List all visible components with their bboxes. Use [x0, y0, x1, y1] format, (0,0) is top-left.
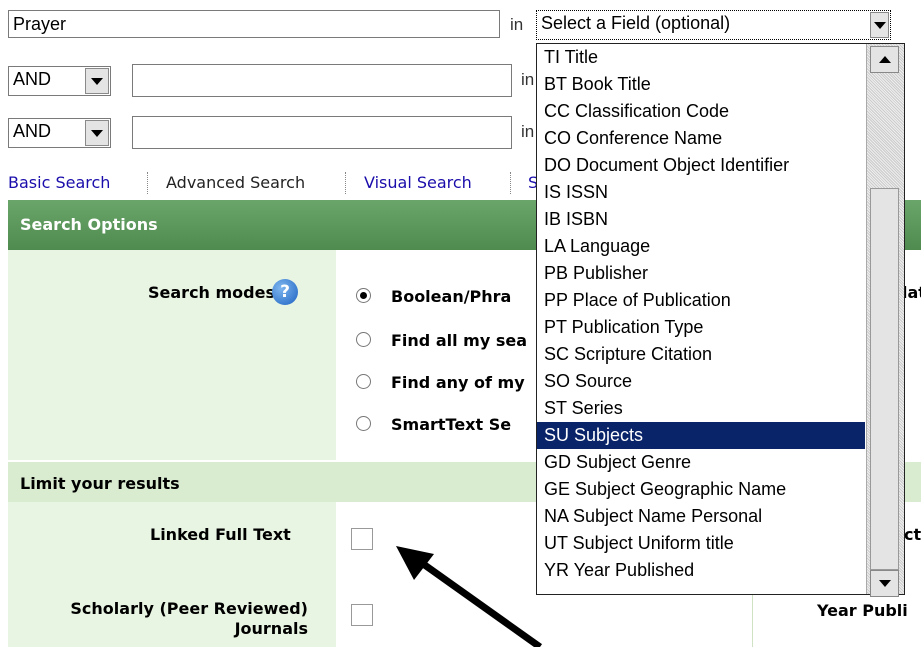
- mode-radio-boolean[interactable]: [356, 288, 371, 303]
- field-dropdown-list[interactable]: TI Title BT Book Title CC Classification C…: [536, 43, 905, 597]
- dropdown-option[interactable]: LA Language: [537, 233, 865, 260]
- scrollbar-thumb[interactable]: [870, 188, 899, 570]
- search-options-title: Search Options: [20, 215, 158, 234]
- mode-radio-all[interactable]: [356, 332, 371, 347]
- search-input-3[interactable]: [132, 116, 512, 149]
- dropdown-option[interactable]: GE Subject Geographic Name: [537, 476, 865, 503]
- dropdown-option[interactable]: PP Place of Publication: [537, 287, 865, 314]
- year-published-label: Year Publi: [817, 601, 908, 620]
- search-modes-label: Search modes: [148, 283, 275, 302]
- dropdown-option[interactable]: YR Year Published: [537, 557, 865, 584]
- linked-full-text-checkbox[interactable]: [351, 528, 373, 550]
- advanced-search-link[interactable]: Advanced Search: [166, 173, 305, 192]
- help-icon[interactable]: ?: [272, 279, 298, 305]
- dropdown-option[interactable]: SC Scripture Citation: [537, 341, 865, 368]
- visual-search-link[interactable]: Visual Search: [364, 173, 472, 192]
- operator-select-3-value: AND: [13, 121, 52, 141]
- mode-radio-smarttext[interactable]: [356, 416, 371, 431]
- mode-label-smarttext: SmartText Se: [391, 415, 512, 434]
- dropdown-option[interactable]: ST Series: [537, 395, 865, 422]
- field-select-1-value: Select a Field (optional): [541, 13, 731, 33]
- limit-results-title: Limit your results: [20, 474, 180, 493]
- dropdown-option[interactable]: SO Source: [537, 368, 865, 395]
- chevron-down-icon[interactable]: [85, 68, 109, 94]
- in-label-3: in: [521, 122, 535, 141]
- dropdown-option[interactable]: CC Classification Code: [537, 98, 865, 125]
- mode-label-any: Find any of my: [391, 373, 525, 392]
- dropdown-option[interactable]: IB ISBN: [537, 206, 865, 233]
- linked-full-text-label: Linked Full Text: [150, 525, 291, 544]
- chevron-down-icon[interactable]: [85, 120, 109, 146]
- dropdown-option[interactable]: CO Conference Name: [537, 125, 865, 152]
- search-input-2[interactable]: [132, 64, 512, 97]
- chevron-down-icon[interactable]: [870, 12, 889, 38]
- right-limit-partial-label: ct: [904, 525, 921, 544]
- mode-label-all: Find all my sea: [391, 331, 528, 350]
- dropdown-option[interactable]: PT Publication Type: [537, 314, 865, 341]
- scroll-up-icon[interactable]: [870, 46, 899, 73]
- dropdown-scrollbar[interactable]: [866, 44, 904, 597]
- operator-select-2[interactable]: AND: [8, 66, 111, 96]
- operator-select-3[interactable]: AND: [8, 118, 111, 148]
- nav-separator: [345, 172, 347, 194]
- field-select-1[interactable]: Select a Field (optional): [536, 10, 891, 40]
- dropdown-option[interactable]: DO Document Object Identifier: [537, 152, 865, 179]
- search-input-1[interactable]: Prayer: [8, 10, 500, 38]
- dropdown-option[interactable]: GD Subject Genre: [537, 449, 865, 476]
- scholarly-label: Scholarly (Peer Reviewed) Journals: [70, 599, 308, 638]
- in-label-2: in: [521, 70, 535, 89]
- dropdown-option[interactable]: UT Subject Uniform title: [537, 530, 865, 557]
- dropdown-option[interactable]: BT Book Title: [537, 71, 865, 98]
- in-label-1: in: [510, 15, 524, 34]
- scholarly-checkbox[interactable]: [351, 604, 373, 626]
- dropdown-option[interactable]: SU Subjects: [537, 422, 865, 449]
- nav-separator: [147, 172, 149, 194]
- scroll-down-icon[interactable]: [870, 570, 899, 597]
- search-input-1-value: Prayer: [13, 14, 67, 34]
- dropdown-option[interactable]: PB Publisher: [537, 260, 865, 287]
- operator-select-2-value: AND: [13, 69, 52, 89]
- mode-label-boolean: Boolean/Phra: [391, 287, 512, 306]
- nav-separator: [510, 172, 512, 194]
- dropdown-option[interactable]: IS ISSN: [537, 179, 865, 206]
- dropdown-option[interactable]: TI Title: [537, 44, 865, 71]
- dropdown-option[interactable]: NA Subject Name Personal: [537, 503, 865, 530]
- mode-radio-any[interactable]: [356, 374, 371, 389]
- basic-search-link[interactable]: Basic Search: [8, 173, 110, 192]
- annotation-arrow: [396, 546, 543, 647]
